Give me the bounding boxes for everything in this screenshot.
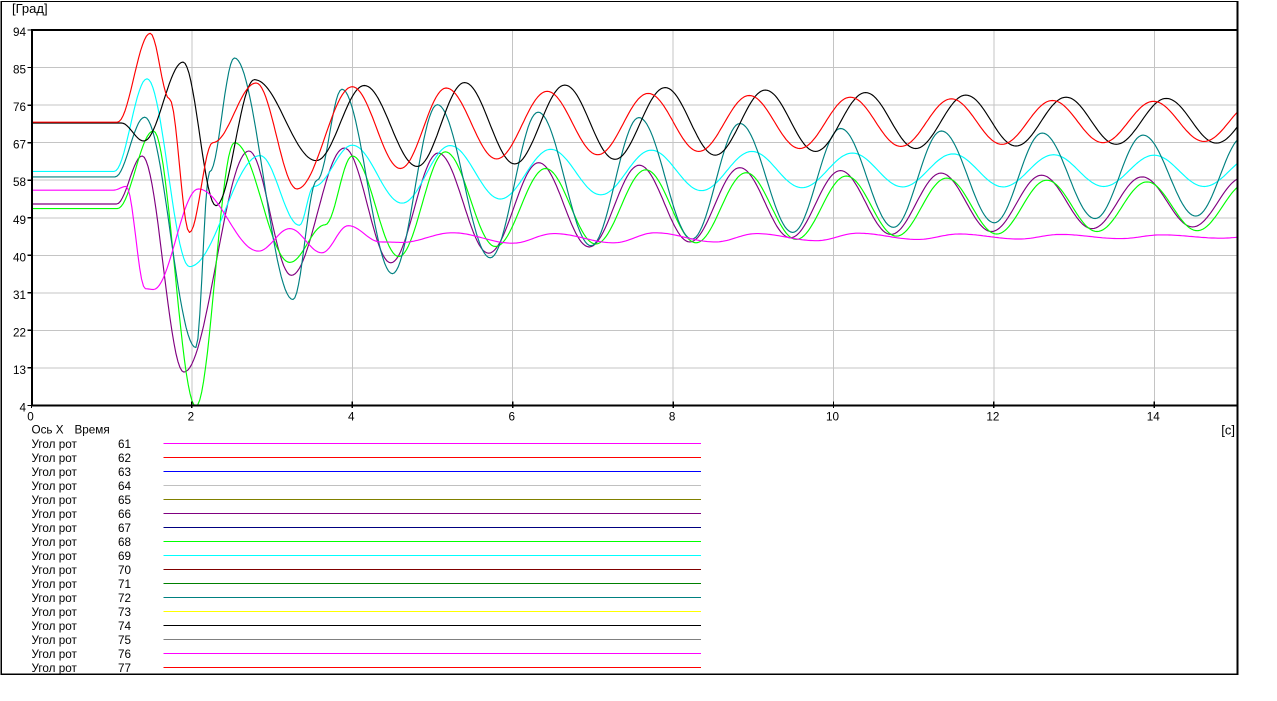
svg-text:Угол рот: Угол рот	[32, 508, 78, 521]
svg-text:Угол рот: Угол рот	[32, 578, 78, 591]
svg-text:[Град]: [Град]	[12, 1, 48, 16]
svg-text:Угол рот: Угол рот	[32, 494, 78, 507]
svg-text:76: 76	[13, 101, 26, 114]
svg-text:71: 71	[118, 578, 131, 591]
svg-text:58: 58	[13, 176, 26, 189]
svg-text:72: 72	[118, 592, 131, 605]
svg-text:10: 10	[826, 410, 840, 423]
svg-text:4: 4	[348, 410, 355, 423]
svg-text:Угол рот: Угол рот	[32, 522, 78, 535]
svg-text:75: 75	[118, 634, 132, 647]
svg-text:Угол рот: Угол рот	[32, 452, 78, 465]
svg-text:12: 12	[986, 410, 999, 423]
svg-text:Угол рот: Угол рот	[32, 620, 78, 633]
svg-text:77: 77	[118, 662, 131, 675]
svg-text:Время: Время	[75, 424, 110, 437]
svg-text:4: 4	[19, 402, 26, 415]
svg-text:Угол рот: Угол рот	[32, 662, 78, 675]
svg-text:85: 85	[13, 64, 27, 77]
svg-text:65: 65	[118, 494, 132, 507]
svg-text:68: 68	[118, 536, 131, 549]
svg-text:40: 40	[13, 251, 27, 264]
svg-text:73: 73	[118, 606, 131, 619]
svg-text:6: 6	[508, 410, 515, 423]
svg-text:76: 76	[118, 648, 131, 661]
svg-text:22: 22	[13, 326, 26, 339]
svg-text:Угол рот: Угол рот	[32, 536, 78, 549]
svg-text:66: 66	[118, 508, 131, 521]
svg-text:74: 74	[118, 620, 132, 633]
svg-text:Угол рот: Угол рот	[32, 634, 78, 647]
svg-text:Угол рот: Угол рот	[32, 466, 78, 479]
svg-text:31: 31	[13, 289, 26, 302]
svg-text:Угол рот: Угол рот	[32, 606, 78, 619]
svg-text:69: 69	[118, 550, 131, 563]
svg-text:8: 8	[669, 410, 676, 423]
svg-text:67: 67	[13, 139, 26, 152]
svg-text:[c]: [c]	[1221, 423, 1235, 438]
svg-text:Угол рот: Угол рот	[32, 648, 78, 661]
svg-text:63: 63	[118, 466, 131, 479]
svg-text:61: 61	[118, 438, 131, 451]
svg-text:2: 2	[188, 410, 195, 423]
svg-text:Угол рот: Угол рот	[32, 480, 78, 493]
svg-text:67: 67	[118, 522, 131, 535]
svg-text:14: 14	[1147, 410, 1161, 423]
svg-text:Угол рот: Угол рот	[32, 438, 78, 451]
svg-text:13: 13	[13, 364, 26, 377]
svg-text:0: 0	[27, 410, 34, 423]
svg-text:64: 64	[118, 480, 132, 493]
svg-text:94: 94	[13, 26, 27, 39]
svg-text:Ось X: Ось X	[32, 424, 64, 437]
svg-text:Угол рот: Угол рот	[32, 550, 78, 563]
svg-text:49: 49	[13, 214, 26, 227]
svg-text:Угол рот: Угол рот	[32, 592, 78, 605]
svg-text:62: 62	[118, 452, 131, 465]
svg-text:70: 70	[118, 564, 132, 577]
svg-text:Угол рот: Угол рот	[32, 564, 78, 577]
